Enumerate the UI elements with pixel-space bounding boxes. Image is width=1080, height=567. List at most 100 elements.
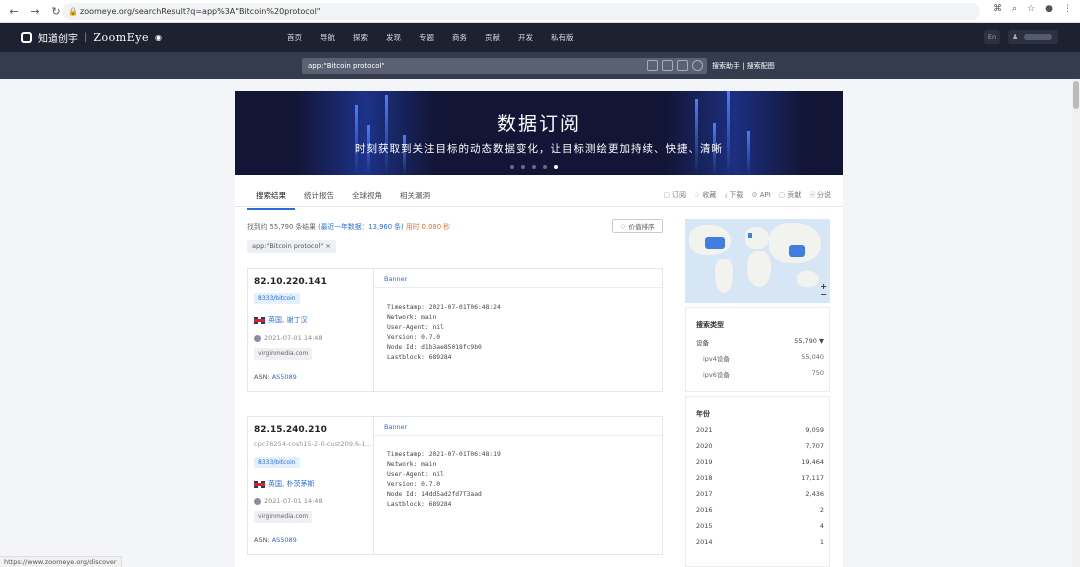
result-count: 找到约 55,790 条结果 (247, 223, 316, 231)
uk-flag-icon (254, 480, 265, 488)
search-icon[interactable] (692, 60, 703, 71)
contribute-icon: ▢ (778, 191, 786, 199)
translate-icon[interactable]: ⌘ (993, 4, 1002, 14)
promo-banner[interactable]: 数据订阅 时刻获取到关注目标的动态数据变化，让目标测绘更加持续、快捷、清晰 (235, 91, 843, 175)
filter-tag[interactable]: app:"Bitcoin protocol" × (247, 240, 336, 253)
zoom-icon[interactable]: ⌕ (1012, 4, 1017, 14)
nav-develop[interactable]: 开发 (518, 32, 551, 43)
isp-badge[interactable]: virginmedia.com (254, 511, 313, 523)
banner-tab[interactable]: Banner (384, 423, 407, 431)
user-menu[interactable]: ♟ (1008, 30, 1058, 44)
result-hostname[interactable]: cpc76254-cosh15-2-0-cust209.6-1... (254, 440, 372, 448)
asn: ASN: AS5089 (254, 373, 297, 381)
recent-count-link[interactable]: (最近一年数据：13,960 条) (318, 223, 404, 231)
asn-link[interactable]: AS5089 (272, 536, 297, 544)
location[interactable]: 英国, 谢丁汉 (254, 315, 307, 325)
asn-link[interactable]: AS5089 (272, 373, 297, 381)
clock-icon (254, 497, 261, 505)
facet-row[interactable]: 2016 2 (696, 506, 824, 514)
result-actions: ▢ 订阅 ☆ 收藏 ⤓ 下载 ⚙ API ▢ 贡献 ⎘ 分说 (663, 190, 831, 200)
favorite-button[interactable]: ☆ 收藏 (694, 190, 716, 200)
brand-name: ZoomEye (93, 31, 149, 44)
contribute-button[interactable]: ▢ 贡献 (779, 190, 802, 200)
username-redacted (1024, 34, 1053, 40)
world-map[interactable]: + − (685, 219, 830, 303)
sort-label: 价值排序 (628, 223, 655, 231)
banner-tab[interactable]: Banner (384, 275, 407, 283)
subscribe-icon: ▢ (663, 191, 671, 199)
address-bar[interactable]: 🔒 zoomeye.org/searchResult?q=app%3A"Bitc… (62, 3, 980, 20)
facet-row[interactable]: ipv4设备 55,040 (703, 353, 824, 363)
scan-time: 2021-07-01 14:48 (254, 497, 323, 505)
api-icon: ⚙ (751, 191, 758, 199)
image-search-icon[interactable] (662, 60, 673, 71)
isp-badge[interactable]: virginmedia.com (254, 348, 313, 360)
nav-home[interactable]: 首页 (287, 32, 320, 43)
bookmark-star-icon[interactable]: ☆ (1027, 4, 1035, 14)
uk-flag-icon (254, 316, 265, 324)
facet-row[interactable]: 2014 1 (696, 538, 824, 546)
nav-private[interactable]: 私有版 (551, 32, 591, 43)
carousel-dot-active[interactable] (554, 165, 558, 169)
user-icon: ♟ (1012, 33, 1019, 41)
main-menu: 首页 导航 探索 发现 专题 商务 贡献 开发 私有版 (287, 23, 591, 52)
api-button[interactable]: ⚙ API (751, 190, 770, 200)
search-input[interactable]: app:"Bitcoin protocol" (302, 58, 707, 74)
location[interactable]: 英国, 朴茨茅斯 (254, 479, 314, 489)
facet-row[interactable]: 2018 17,117 (696, 474, 824, 482)
facet-row[interactable]: 2015 4 (696, 522, 824, 530)
facet-row[interactable]: 2020 7,707 (696, 442, 824, 450)
carousel-dot[interactable] (510, 165, 514, 169)
zoom-out-icon[interactable]: − (820, 290, 827, 299)
nav-explore[interactable]: 探索 (353, 32, 386, 43)
filter-icon[interactable] (677, 60, 688, 71)
facet-row[interactable]: 2019 19,464 (696, 458, 824, 466)
status-bar: https://www.zoomeye.org/discover (0, 556, 122, 567)
address-text: zoomeye.org/searchResult?q=app%3A"Bitcoi… (80, 7, 321, 16)
banner-title: 数据订阅 (496, 113, 581, 135)
page-scrollbar[interactable] (1072, 79, 1080, 567)
query-time: 用时 0.080 秒 (405, 223, 451, 231)
service-badge[interactable]: 8333/bitcoin (254, 457, 300, 468)
result-ip[interactable]: 82.15.240.210 (254, 425, 327, 435)
sort-by-value-button[interactable]: ◇ 价值排序 (612, 219, 663, 233)
asn: ASN: AS5089 (254, 536, 297, 544)
facet-row[interactable]: 2017 2,436 (696, 490, 824, 498)
carousel-dot[interactable] (543, 165, 547, 169)
result-ip[interactable]: 82.10.220.141 (254, 277, 327, 287)
download-button[interactable]: ⤓ 下载 (724, 190, 743, 200)
eye-icon: ◉ (154, 33, 162, 42)
scan-icon[interactable] (647, 60, 658, 71)
profile-icon[interactable]: ● (1045, 4, 1053, 14)
facet-title: 搜索类型 (696, 321, 724, 329)
scrollbar-thumb[interactable] (1073, 81, 1079, 109)
diamond-icon: ◇ (620, 222, 626, 230)
result-card: 82.10.220.141 8333/bitcoin 英国, 谢丁汉 2021-… (247, 268, 663, 392)
service-badge[interactable]: 8333/bitcoin (254, 293, 300, 304)
language-toggle[interactable]: En (984, 30, 1000, 44)
share-button[interactable]: ⎘ 分说 (809, 190, 831, 200)
search-bar: app:"Bitcoin protocol" 搜索助手 | 搜索配图 (0, 52, 1080, 79)
menu-kebab-icon[interactable]: ⋮ (1063, 4, 1072, 14)
search-help-link[interactable]: 搜索助手 | 搜索配图 (712, 61, 775, 71)
facet-row[interactable]: ipv6设备 750 (703, 369, 824, 379)
reload-icon[interactable]: ↻ (49, 4, 63, 18)
carousel-dot[interactable] (532, 165, 536, 169)
search-type-facet: 搜索类型 设备 55,790 ▼ ipv4设备 55,040 ipv6设备 750 (685, 307, 830, 392)
carousel-dots (510, 165, 558, 169)
nav-topics[interactable]: 专题 (419, 32, 452, 43)
carousel-dot[interactable] (521, 165, 525, 169)
nav-contribute[interactable]: 贡献 (485, 32, 518, 43)
facet-title: 年份 (696, 410, 710, 418)
facet-row[interactable]: 2021 9,059 (696, 426, 824, 434)
back-icon[interactable]: ← (7, 4, 21, 18)
nav-navigation[interactable]: 导航 (320, 32, 353, 43)
nav-discover[interactable]: 发现 (386, 32, 419, 43)
nav-business[interactable]: 商务 (452, 32, 485, 43)
forward-icon[interactable]: → (28, 4, 42, 18)
map-zoom-controls[interactable]: + − (820, 283, 827, 299)
site-logo[interactable]: 知道创宇 | ZoomEye ◉ (21, 23, 162, 52)
subscribe-button[interactable]: ▢ 订阅 (663, 190, 686, 200)
facet-row[interactable]: 设备 55,790 ▼ (696, 337, 824, 347)
banner-subtitle: 时刻获取到关注目标的动态数据变化，让目标测绘更加持续、快捷、清晰 (355, 143, 723, 155)
